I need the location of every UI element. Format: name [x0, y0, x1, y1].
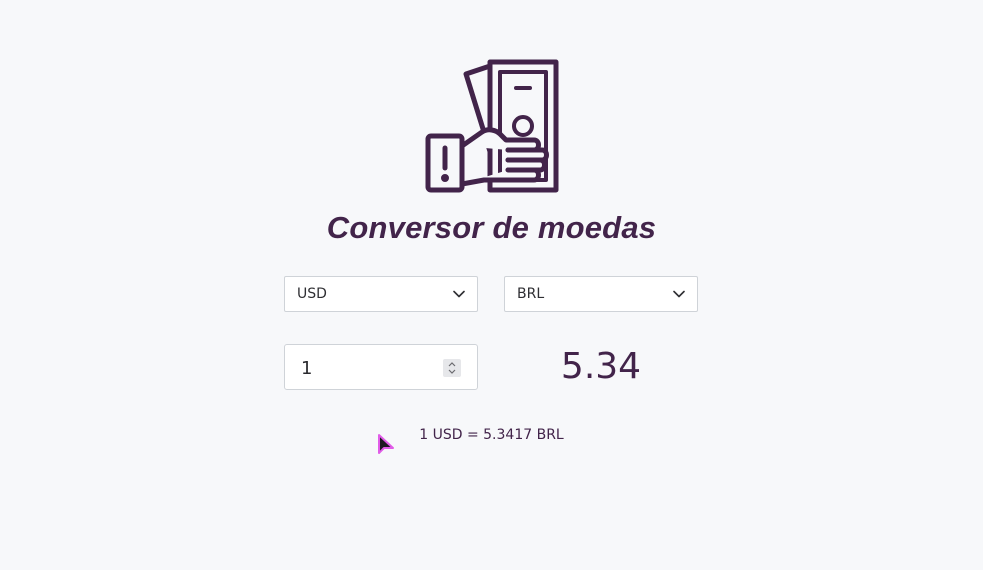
to-currency-value: BRL: [517, 286, 545, 302]
chevron-down-icon: [453, 288, 465, 300]
mouse-cursor-icon: [378, 434, 394, 454]
exchange-rate-text: 1 USD = 5.3417 BRL: [419, 427, 564, 443]
converter-page: Conversor de moedas USD BRL 1 5.34 1 USD…: [0, 0, 983, 570]
amount-input[interactable]: 1: [284, 344, 478, 390]
from-currency-value: USD: [297, 286, 327, 302]
money-in-hand-icon: [425, 59, 559, 193]
to-currency-select[interactable]: BRL: [504, 276, 698, 312]
number-stepper-icon[interactable]: [443, 359, 461, 377]
amount-value: 1: [301, 358, 313, 379]
converted-result: 5.34: [560, 346, 642, 387]
chevron-down-icon: [673, 288, 685, 300]
from-currency-select[interactable]: USD: [284, 276, 478, 312]
page-title: Conversor de moedas: [326, 210, 657, 245]
